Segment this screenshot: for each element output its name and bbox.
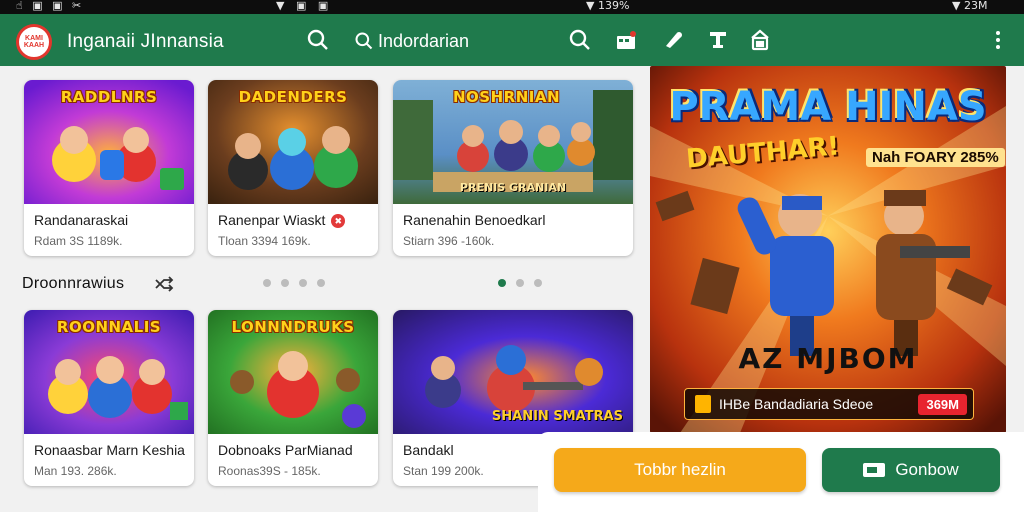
app-logo-text: KAMI KAAH xyxy=(23,35,45,49)
carousel-dot[interactable] xyxy=(534,279,542,287)
promo-banner-tag: Nah FOARY 285% xyxy=(866,148,1005,167)
game-card[interactable]: NOSHRNIAN PRENIS GRANIAN Ranenahin Benoe… xyxy=(393,80,633,256)
game-meta: Roonas39S - 185k. xyxy=(218,464,321,478)
status-bar: ☝ ▣ ▣ ✂ ▼ ▣ ▣ ▼ 139% ▼ 23M xyxy=(0,0,1024,14)
carousel-dot[interactable] xyxy=(263,279,271,287)
ticket-icon xyxy=(863,463,886,477)
status-battery-left: ▼ 139% xyxy=(586,0,630,12)
search-icon[interactable] xyxy=(306,28,330,52)
carousel-dot-active[interactable] xyxy=(498,279,506,287)
promo-banner-headline: AZ MJBOM xyxy=(738,342,918,375)
game-thumbnail-subtitle: SHANIN SMATRAS xyxy=(491,409,623,424)
game-card[interactable]: ROONNALIS Ronaasbar Marn Keshia Man 193.… xyxy=(24,310,194,486)
store-icon[interactable] xyxy=(748,28,772,52)
secondary-action-button[interactable]: Gonbow xyxy=(822,448,1000,492)
game-thumbnail-title: LONNNDRUKS xyxy=(231,318,355,336)
search-input[interactable] xyxy=(378,30,578,52)
app-bar: KAMI KAAH Inganaii JInnansia xyxy=(0,14,1024,66)
game-card[interactable]: RADDLNRS Randanaraskai Rdam 3S 1189k. xyxy=(24,80,194,256)
section-title: Droonnrawius xyxy=(22,275,125,292)
promo-offer-pill[interactable]: IHBe Bandadiaria Sdeoe 369M xyxy=(684,388,974,420)
carousel-dots xyxy=(498,279,542,287)
game-title: Dobnoaks ParMianad xyxy=(218,442,353,458)
carousel-dot[interactable] xyxy=(281,279,289,287)
game-thumbnail: SHANIN SMATRAS xyxy=(393,310,633,434)
promo-offer-price: 369M xyxy=(918,393,967,415)
carousel-dot[interactable] xyxy=(299,279,307,287)
game-thumbnail-title: ROONNALIS xyxy=(56,318,162,336)
game-card[interactable]: DADENDERS Ranenpar Wiaskt ✖ Tloan 3394 1… xyxy=(208,80,378,256)
game-thumbnail-title: NOSHRNIAN xyxy=(453,88,561,106)
game-title: Ranenahin Benoedkarl xyxy=(403,212,546,228)
search-icon xyxy=(355,32,373,50)
promo-banner-title: PRAMA HINAS xyxy=(669,84,987,130)
game-thumbnail: RADDLNRS xyxy=(24,80,194,204)
status-mid-icons: ▼ ▣ ▣ xyxy=(276,0,333,12)
game-title: Randanaraskai xyxy=(34,212,129,228)
promo-offer-text: IHBe Bandadiaria Sdeoe xyxy=(719,396,874,412)
status-battery-right: ▼ 23M xyxy=(952,0,988,12)
text-icon[interactable] xyxy=(706,28,730,52)
close-icon: ✖ xyxy=(331,214,346,228)
carousel-dots xyxy=(263,279,325,287)
app-title: Inganaii JInnansia xyxy=(67,31,224,52)
game-meta: Stiarn 396 -160k. xyxy=(403,234,495,248)
game-card[interactable]: LONNNDRUKS Dobnoaks ParMianad Roonas39S … xyxy=(208,310,378,486)
carousel-dot[interactable] xyxy=(317,279,325,287)
game-thumbnail: NOSHRNIAN PRENIS GRANIAN xyxy=(393,80,633,204)
game-thumbnail-title: RADDLNRS xyxy=(60,88,158,106)
promo-banner[interactable]: PRAMA HINAS DAUTHAR! Nah FOARY 285% AZ M… xyxy=(650,66,1006,433)
search-field[interactable] xyxy=(354,28,578,54)
game-title: Ranenpar Wiaskt ✖ xyxy=(218,212,346,228)
coin-icon xyxy=(695,395,711,413)
game-thumbnail: LONNNDRUKS xyxy=(208,310,378,434)
app-logo[interactable]: KAMI KAAH xyxy=(16,24,52,60)
game-title: Bandakl xyxy=(403,442,454,458)
primary-action-button[interactable]: Tobbr hezlin xyxy=(554,448,806,492)
game-thumbnail-subtitle: PRENIS GRANIAN xyxy=(459,181,567,194)
game-meta: Rdam 3S 1189k. xyxy=(34,234,123,248)
more-vert-icon[interactable] xyxy=(986,28,1010,52)
status-left-icons: ☝ ▣ ▣ ✂ xyxy=(16,0,85,12)
carousel-dot[interactable] xyxy=(516,279,524,287)
secondary-action-label: Gonbow xyxy=(895,460,959,479)
game-title: Ronaasbar Marn Keshia xyxy=(34,442,185,458)
game-meta: Tloan 3394 169k. xyxy=(218,234,311,248)
shuffle-icon[interactable] xyxy=(154,276,176,292)
game-meta: Stan 199 200k. xyxy=(403,464,484,478)
game-meta: Man 193. 286k. xyxy=(34,464,117,478)
megaphone-icon[interactable] xyxy=(662,28,686,52)
search-icon[interactable] xyxy=(568,28,592,52)
game-thumbnail: ROONNALIS xyxy=(24,310,194,434)
game-thumbnail: DADENDERS xyxy=(208,80,378,204)
game-thumbnail-title: DADENDERS xyxy=(238,88,348,106)
game-title-text: Ranenpar Wiaskt xyxy=(218,212,326,228)
gift-icon[interactable] xyxy=(614,28,638,52)
